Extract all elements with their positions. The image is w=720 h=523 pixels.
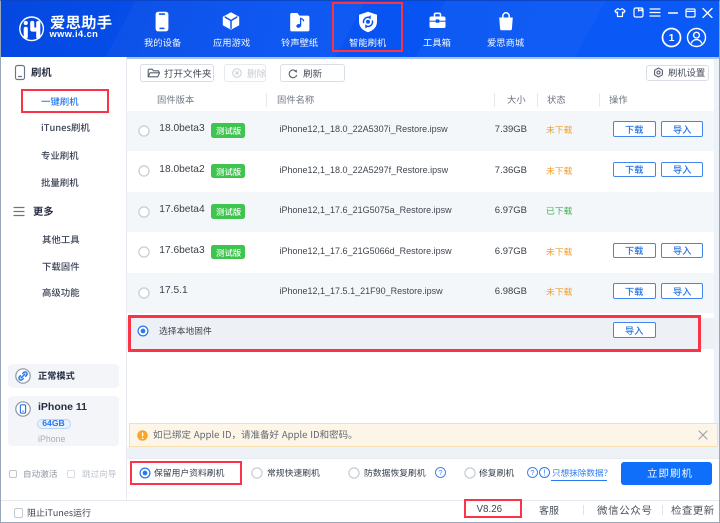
svg-text:!: !	[543, 468, 545, 477]
svg-text:?: ?	[438, 468, 442, 477]
svg-text:1: 1	[669, 32, 675, 44]
svg-text:?: ?	[530, 468, 534, 477]
